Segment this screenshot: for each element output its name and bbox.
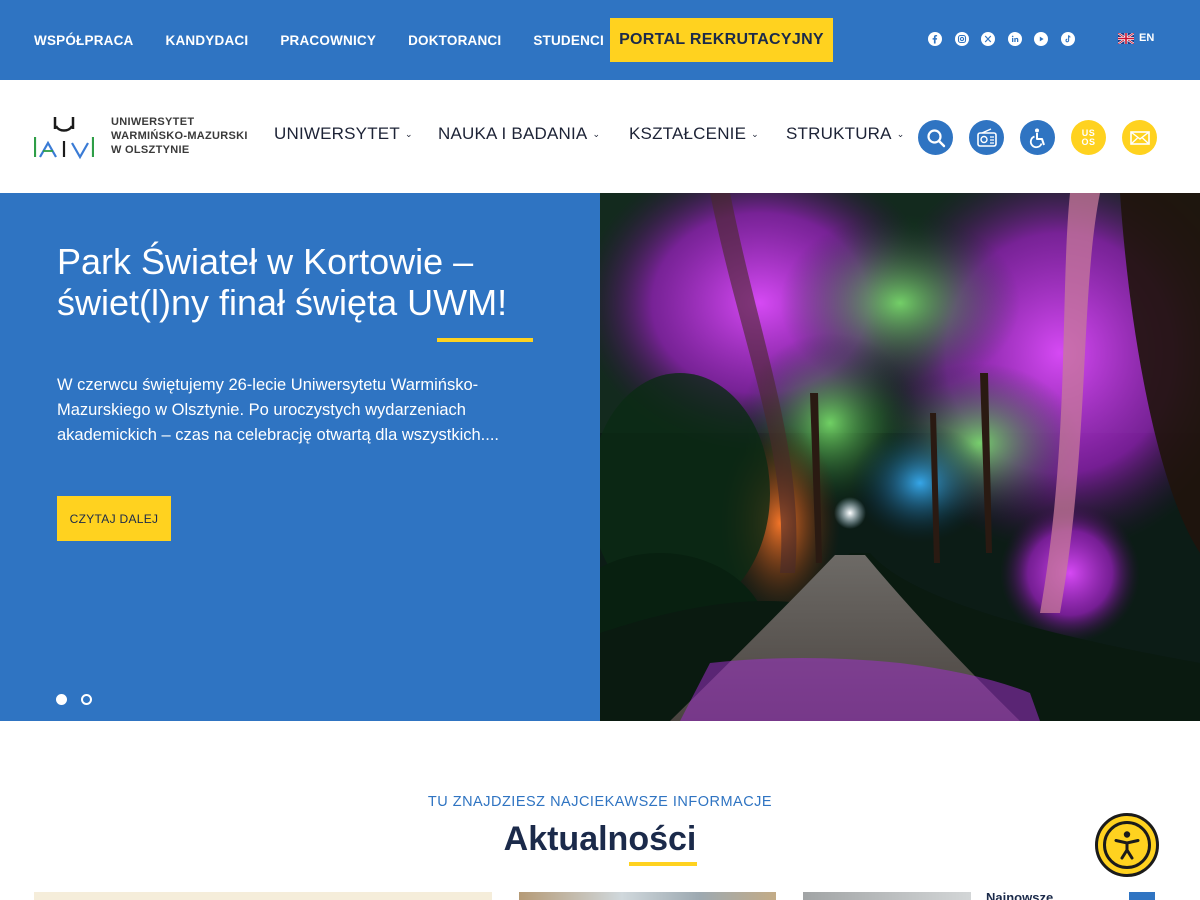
top-nav: WSPÓŁPRACA KANDYDACI PRACOWNICY DOKTORAN… (34, 0, 636, 80)
main-nav-label: UNIWERSYTET (274, 124, 400, 143)
language-label: EN (1139, 32, 1155, 44)
logo-wordmark[interactable]: UNIWERSYTET WARMIŃSKO-MAZURSKI W OLSZTYN… (111, 115, 248, 157)
news-card-2-image[interactable] (519, 892, 776, 900)
news-section-title: Aktualności (503, 820, 697, 858)
main-nav-uniwersytet[interactable]: UNIWERSYTET ⌄ (274, 124, 413, 144)
radio-icon (976, 127, 997, 147)
usos-button[interactable]: US OS (1071, 120, 1106, 155)
top-nav-pracownicy[interactable]: PRACOWNICY (280, 33, 376, 48)
top-nav-studenci[interactable]: STUDENCI (533, 33, 604, 48)
instagram-icon[interactable] (954, 32, 969, 46)
hero-title-underline (437, 338, 533, 342)
main-nav-struktura[interactable]: STRUKTURA ⌄ (786, 124, 904, 144)
news-card-4-arrow-button[interactable] (1129, 892, 1155, 900)
chevron-down-icon: ⌄ (404, 128, 413, 139)
accessibility-icon (1029, 128, 1045, 148)
slider-dots (56, 694, 106, 705)
radio-button[interactable] (969, 120, 1004, 155)
floating-accessibility-button[interactable] (1095, 813, 1159, 877)
uwm-logo-icon[interactable] (34, 113, 94, 161)
news-card-3-image[interactable] (803, 892, 971, 900)
uk-flag-icon (1118, 32, 1134, 44)
news-card-4-title[interactable]: Najnowsze (986, 890, 1053, 900)
illuminated-park-image (600, 193, 1200, 721)
read-more-button[interactable]: CZYTAJ DALEJ (57, 496, 171, 541)
tiktok-icon[interactable] (1060, 32, 1075, 46)
top-nav-doktoranci[interactable]: DOKTORANCI (408, 33, 501, 48)
slider-dot-2[interactable] (81, 694, 92, 705)
top-nav-kandydaci[interactable]: KANDYDACI (166, 33, 249, 48)
search-button[interactable] (918, 120, 953, 155)
main-nav-label: KSZTAŁCENIE (629, 124, 747, 143)
news-card-1[interactable] (34, 892, 492, 900)
logo-line-2: WARMIŃSKO-MAZURSKI (111, 130, 248, 142)
main-nav-label: NAUKA I BADANIA (438, 124, 588, 143)
accessibility-button[interactable] (1020, 120, 1055, 155)
slider-dot-1[interactable] (56, 694, 67, 705)
news-title-underline (629, 862, 697, 866)
facebook-icon[interactable] (928, 32, 942, 46)
logo-line-3: W OLSZTYNIE (111, 144, 190, 156)
main-nav-label: STRUKTURA (786, 124, 892, 143)
hero-title[interactable]: Park Świateł w Kortowie – świet(l)ny fin… (57, 241, 547, 323)
chevron-down-icon: ⌄ (896, 128, 905, 139)
news-kicker: TU ZNAJDZIESZ NAJCIEKAWSZE INFORMACJE (427, 794, 773, 810)
usos-label-bottom: OS (1081, 136, 1096, 147)
youtube-icon[interactable] (1034, 32, 1048, 46)
recruitment-portal-button[interactable]: PORTAL REKRUTACYJNY (610, 18, 833, 62)
main-nav-ksztalcenie[interactable]: KSZTAŁCENIE ⌄ (629, 124, 759, 144)
mail-button[interactable] (1122, 120, 1157, 155)
top-bar: WSPÓŁPRACA KANDYDACI PRACOWNICY DOKTORAN… (0, 0, 1200, 80)
social-links (928, 32, 1087, 46)
x-icon[interactable] (981, 32, 995, 46)
linkedin-icon[interactable] (1007, 32, 1022, 46)
top-nav-wspolpraca[interactable]: WSPÓŁPRACA (34, 33, 134, 48)
mail-icon (1129, 130, 1150, 145)
hero-description: W czerwcu świętujemy 26-lecie Uniwersyte… (57, 376, 500, 444)
hero-image[interactable] (600, 193, 1200, 721)
main-nav-nauka-i-badania[interactable]: NAUKA I BADANIA ⌄ (438, 124, 600, 144)
logo-line-1: UNIWERSYTET (111, 116, 195, 128)
language-switcher[interactable]: EN (1118, 32, 1154, 44)
search-icon (926, 128, 945, 147)
accessibility-person-icon (1103, 821, 1151, 869)
chevron-down-icon: ⌄ (751, 128, 759, 139)
chevron-down-icon: ⌄ (592, 128, 601, 139)
usos-icon: US OS (1081, 128, 1096, 147)
